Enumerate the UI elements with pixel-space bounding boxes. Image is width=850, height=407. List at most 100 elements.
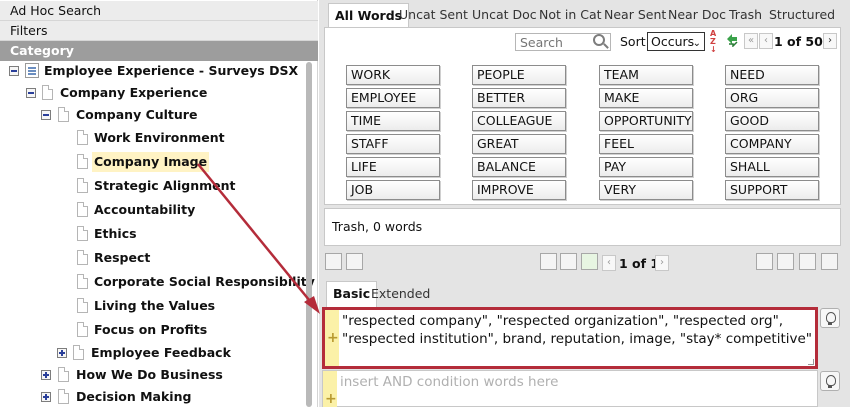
tree-node-label[interactable]: Focus on Profits [94,320,207,340]
tree-node-employee-feedback[interactable]: Employee Feedback [0,343,300,363]
tree-node-label[interactable]: Strategic Alignment [94,176,236,196]
condition-editor-and[interactable]: + insert AND condition words here [322,370,818,407]
prev-page-button[interactable]: ‹ [759,33,773,49]
tree-node-work-environment[interactable]: Work Environment [0,128,300,148]
first-page-button[interactable]: « [744,33,758,49]
tree-node-how-we-do-business[interactable]: How We Do Business [0,365,300,385]
tree-node-label[interactable]: Living the Values [94,296,215,316]
word-button[interactable]: PAY [599,157,693,177]
prev-condition-button[interactable]: ‹ [602,255,616,271]
tab-trash[interactable]: Trash [729,5,762,27]
word-button[interactable]: EMPLOYEE [346,88,440,108]
collapse-toggle-icon[interactable] [26,88,36,98]
sort-select[interactable]: Occurs ⌄ [647,32,705,51]
word-button[interactable]: COLLEAGUE [472,111,566,131]
word-button[interactable]: TIME [346,111,440,131]
word-button[interactable]: NEED [725,65,819,85]
word-button[interactable]: WORK [346,65,440,85]
word-button[interactable]: PEOPLE [472,65,566,85]
rule-r-icon[interactable] [756,253,773,270]
word-button[interactable]: TEAM [599,65,693,85]
ad-hoc-search-header[interactable]: Ad Hoc Search [0,1,318,21]
tree-node-focus-on-profits[interactable]: Focus on Profits [0,320,300,340]
word-button[interactable]: BETTER [472,88,566,108]
export-icon[interactable] [346,253,363,270]
tab-basic[interactable]: Basic [326,281,378,307]
sort-az-icon[interactable]: A Z ↓ [710,30,722,54]
word-button[interactable]: LIFE [346,157,440,177]
tree-node-company-experience[interactable]: Company Experience [0,83,300,103]
tree-node-respect[interactable]: Respect [0,248,300,268]
word-button[interactable]: MAKE [599,88,693,108]
tree-node-label[interactable]: Accountability [94,200,195,220]
tree-node-company-image[interactable]: Company Image [0,152,300,172]
tree-node-label[interactable]: How We Do Business [76,365,223,385]
tree-node-label[interactable]: Respect [94,248,150,268]
trash-icon[interactable] [560,253,577,270]
tree-node-label[interactable]: Company Experience [60,83,207,103]
rule-a-minus-icon[interactable] [821,253,838,270]
condition-words-text[interactable]: "respected company", "respected organiza… [342,312,812,348]
rule-a-plus-icon[interactable] [799,253,816,270]
trash-box[interactable]: Trash, 0 words [324,208,841,246]
tree-node-label[interactable]: Corporate Social Responsibility [94,272,315,292]
word-button[interactable]: FEEL [599,134,693,154]
category-header[interactable]: Category [0,41,318,61]
collapse-toggle-icon[interactable] [9,66,19,76]
expand-toggle-icon[interactable] [41,392,51,402]
tab-extended[interactable]: Extended [371,283,430,307]
lightbulb-icon[interactable] [820,308,840,328]
tree-node-label[interactable]: Employee Experience - Surveys DSX [44,61,298,81]
rule-n-icon[interactable] [777,253,794,270]
word-button[interactable]: BALANCE [472,157,566,177]
tab-near-sent[interactable]: Near Sent [604,5,666,27]
filters-header[interactable]: Filters [0,21,318,41]
tree-node-corporate-social-responsibility[interactable]: Corporate Social Responsibility [0,272,315,292]
tree-node-employee-experience[interactable]: Employee Experience - Surveys DSX [0,61,300,81]
tree-structure-icon[interactable] [540,253,557,270]
tree-node-label-selected[interactable]: Company Image [92,152,210,172]
tab-all-words[interactable]: All Words [328,3,410,29]
tree-node-label[interactable]: Company Culture [76,105,197,125]
tree-node-accountability[interactable]: Accountability [0,200,300,220]
expand-toggle-icon[interactable] [41,370,51,380]
save-icon[interactable] [325,253,342,270]
next-condition-button[interactable]: › [655,255,669,271]
word-button[interactable]: SHALL [725,157,819,177]
word-button[interactable]: STAFF [346,134,440,154]
tree-node-label[interactable]: Work Environment [94,128,225,148]
word-button[interactable]: SUPPORT [725,180,819,200]
word-button[interactable]: JOB [346,180,440,200]
tree-node-label[interactable]: Decision Making [76,387,191,407]
word-button[interactable]: ORG [725,88,819,108]
condition-add-bar[interactable]: + [323,371,337,407]
word-button[interactable]: GOOD [725,111,819,131]
tab-uncat-sent[interactable]: Uncat Sent [399,5,468,27]
tree-node-ethics[interactable]: Ethics [0,224,300,244]
condition-editor-first[interactable]: + "respected company", "respected organi… [322,307,818,369]
tab-near-doc[interactable]: Near Doc [668,5,726,27]
and-condition-placeholder[interactable]: insert AND condition words here [340,374,558,390]
condition-add-bar[interactable]: + [325,310,339,366]
tree-node-company-culture[interactable]: Company Culture [0,105,300,125]
tree-node-living-the-values[interactable]: Living the Values [0,296,300,316]
resize-grip-icon[interactable] [808,359,814,365]
word-button[interactable]: GREAT [472,134,566,154]
expand-toggle-icon[interactable] [57,348,67,358]
tree-scrollbar[interactable] [306,62,312,407]
word-button[interactable]: VERY [599,180,693,200]
tab-uncat-doc[interactable]: Uncat Doc [472,5,537,27]
tree-node-label[interactable]: Ethics [94,224,137,244]
word-button[interactable]: OPPORTUNITY [599,111,693,131]
tree-node-label[interactable]: Employee Feedback [91,343,231,363]
lightbulb-icon[interactable] [820,371,840,391]
word-button[interactable]: COMPANY [725,134,819,154]
collapse-toggle-icon[interactable] [41,110,51,120]
tab-structured[interactable]: Structured [769,5,835,27]
word-button[interactable]: IMPROVE [472,180,566,200]
tree-node-strategic-alignment[interactable]: Strategic Alignment [0,176,300,196]
tree-node-decision-making[interactable]: Decision Making [0,387,300,407]
tab-not-in-cat[interactable]: Not in Cat [539,5,602,27]
add-condition-icon[interactable] [581,253,598,270]
search-icon[interactable] [593,34,605,46]
